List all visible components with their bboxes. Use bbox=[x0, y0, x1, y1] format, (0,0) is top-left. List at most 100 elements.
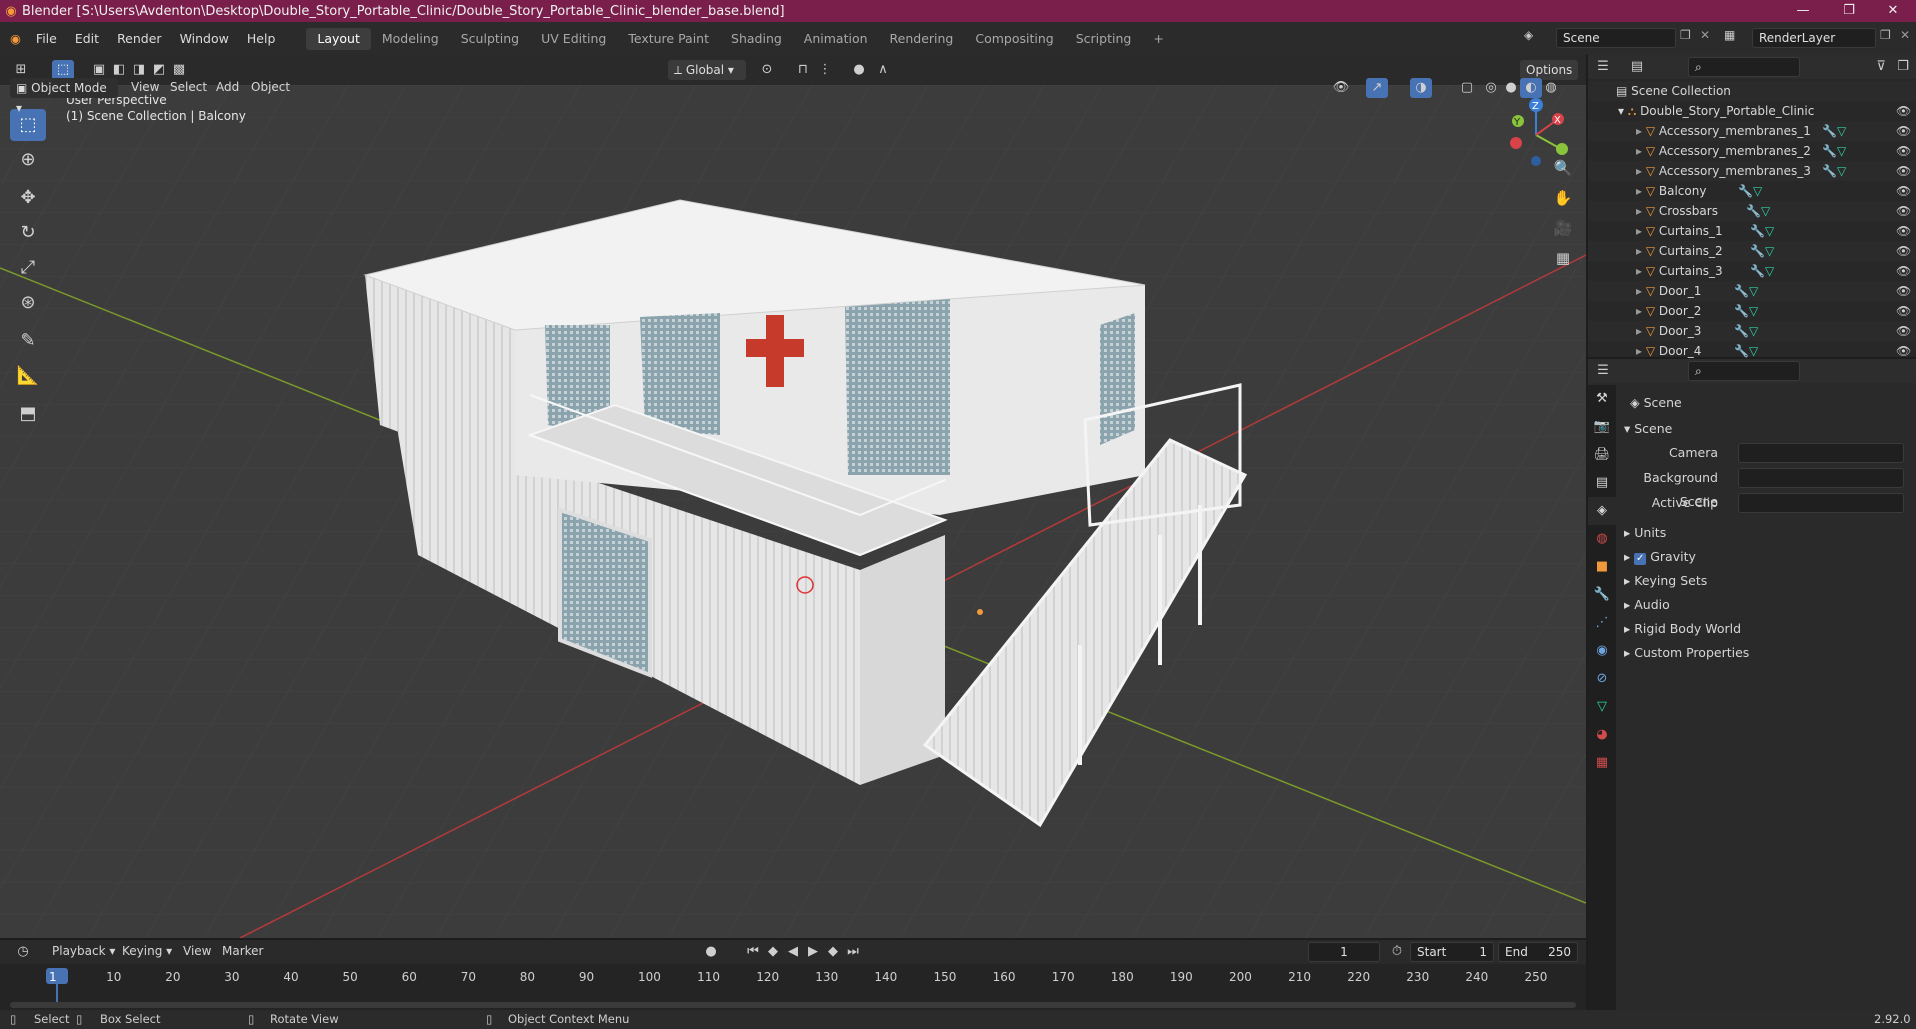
new-layer-icon[interactable]: ❐ bbox=[1880, 28, 1891, 42]
tab-shading[interactable]: Shading bbox=[720, 28, 793, 50]
tool-tab-icon[interactable]: ⚒ bbox=[1588, 385, 1616, 413]
gizmo-toggle-icon[interactable]: ↗ bbox=[1366, 78, 1388, 98]
timeline-view-menu[interactable]: View bbox=[183, 944, 211, 958]
overlay-toggle-icon[interactable]: ◑ bbox=[1410, 78, 1432, 98]
jump-end-icon[interactable]: ⏭ bbox=[842, 942, 864, 962]
outliner-item[interactable]: ▸ ▽ Accessory_membranes_1 🔧▽ 👁 bbox=[1588, 121, 1916, 141]
render-layer-selector[interactable]: RenderLayer bbox=[1752, 28, 1876, 48]
outliner-item[interactable]: ▸ ▽ Accessory_membranes_3 🔧▽ 👁 bbox=[1588, 161, 1916, 181]
outliner-item[interactable]: ▸ ▽ Accessory_membranes_2 🔧▽ 👁 bbox=[1588, 141, 1916, 161]
gravity-checkbox[interactable]: ✓ bbox=[1634, 553, 1647, 565]
solid-shading-icon[interactable]: ● bbox=[1500, 78, 1522, 98]
timeline-editor-icon[interactable]: ◷ bbox=[12, 942, 34, 962]
outliner-item[interactable]: ▸ ▽ Door_4 🔧▽ 👁 bbox=[1588, 341, 1916, 358]
constraints-tab-icon[interactable]: ⊘ bbox=[1588, 665, 1616, 693]
particles-tab-icon[interactable]: ⋰ bbox=[1588, 609, 1616, 637]
display-mode-icon[interactable]: ▤ bbox=[1626, 57, 1648, 77]
outliner-editor-icon[interactable]: ☰ bbox=[1592, 57, 1614, 77]
jump-start-icon[interactable]: ⏮ bbox=[742, 942, 764, 962]
tab-sculpting[interactable]: Sculpting bbox=[450, 28, 530, 50]
menu-edit[interactable]: Edit bbox=[66, 22, 108, 55]
data-tab-icon[interactable]: ▽ bbox=[1588, 693, 1616, 721]
new-collection-icon[interactable]: ❐ bbox=[1892, 57, 1914, 77]
eye-icon[interactable]: 👁 bbox=[1896, 241, 1911, 261]
object-tab-icon[interactable]: ■ bbox=[1588, 553, 1616, 581]
texture-tab-icon[interactable]: ▦ bbox=[1588, 749, 1616, 777]
camera-view-icon[interactable]: 🎥 bbox=[1550, 219, 1576, 237]
play-reverse-icon[interactable]: ◀ bbox=[782, 942, 804, 962]
background-scene-field[interactable] bbox=[1738, 468, 1904, 488]
outliner-item[interactable]: ▸ ▽ Door_3 🔧▽ 👁 bbox=[1588, 321, 1916, 341]
eye-icon[interactable]: 👁 bbox=[1896, 181, 1911, 201]
outliner-item-active[interactable]: ▸ ▽ Balcony 🔧▽ 👁 bbox=[1588, 181, 1916, 201]
eye-icon[interactable]: 👁 bbox=[1896, 201, 1911, 221]
delete-scene-icon[interactable]: ✕ bbox=[1700, 28, 1710, 42]
physics-tab-icon[interactable]: ◉ bbox=[1588, 637, 1616, 665]
menu-window[interactable]: Window bbox=[171, 22, 238, 55]
units-panel[interactable]: ▸ Units bbox=[1624, 521, 1908, 545]
cursor-tool-icon[interactable]: ⊕ bbox=[10, 144, 46, 176]
eye-icon[interactable]: 👁 bbox=[1896, 101, 1911, 121]
wireframe-shading-icon[interactable]: ◎ bbox=[1480, 78, 1502, 98]
output-tab-icon[interactable]: 🖨 bbox=[1588, 441, 1616, 469]
eye-icon[interactable]: 👁 bbox=[1896, 141, 1911, 161]
outliner-scene-collection[interactable]: ▤ Scene Collection bbox=[1588, 81, 1916, 101]
scale-tool-icon[interactable]: ⤢ bbox=[10, 252, 46, 284]
move-tool-icon[interactable]: ✥ bbox=[10, 182, 46, 214]
xray-icon[interactable]: ▢ bbox=[1456, 78, 1478, 98]
tab-animation[interactable]: Animation bbox=[793, 28, 879, 50]
timeline-ruler[interactable]: 1 10 20 30 40 50 60 70 80 90 100 110 120 130 140 150 160… bbox=[0, 964, 1586, 1010]
menu-help[interactable]: Help bbox=[238, 22, 285, 55]
audio-panel[interactable]: ▸ Audio bbox=[1624, 593, 1908, 617]
eye-icon[interactable]: 👁 bbox=[1896, 281, 1911, 301]
eye-icon[interactable]: 👁 bbox=[1896, 121, 1911, 141]
menu-render[interactable]: Render bbox=[108, 22, 171, 55]
3d-viewport[interactable]: User Perspective (1) Scene Collection | … bbox=[0, 85, 1586, 938]
outliner-item[interactable]: ▸ ▽ Curtains_1 🔧▽ 👁 bbox=[1588, 221, 1916, 241]
restore-icon[interactable]: ❐ bbox=[1826, 0, 1872, 22]
record-icon[interactable]: ● bbox=[700, 942, 722, 962]
next-keyframe-icon[interactable]: ◆ bbox=[822, 942, 844, 962]
keying-sets-panel[interactable]: ▸ Keying Sets bbox=[1624, 569, 1908, 593]
modifier-tab-icon[interactable]: 🔧 bbox=[1588, 581, 1616, 609]
eye-icon[interactable]: 👁 bbox=[1896, 261, 1911, 281]
blender-menu-icon[interactable]: ◉ bbox=[0, 22, 27, 55]
minimize-icon[interactable]: — bbox=[1780, 0, 1826, 22]
properties-editor-icon[interactable]: ☰ bbox=[1592, 361, 1614, 381]
tab-rendering[interactable]: Rendering bbox=[879, 28, 965, 50]
outliner-item[interactable]: ▸ ▽ Door_2 🔧▽ 👁 bbox=[1588, 301, 1916, 321]
visibility-icon[interactable]: 👁 bbox=[1330, 78, 1352, 98]
select-menu[interactable]: Select bbox=[170, 80, 207, 94]
scene-panel-header[interactable]: ▾ Scene bbox=[1624, 417, 1908, 441]
annotate-tool-icon[interactable]: ✎ bbox=[10, 325, 46, 357]
outliner-item[interactable]: ▸ ▽ Crossbars 🔧▽ 👁 bbox=[1588, 201, 1916, 221]
add-menu[interactable]: Add bbox=[216, 80, 239, 94]
start-frame-field[interactable]: Start 1 bbox=[1410, 942, 1494, 962]
add-workspace-button[interactable]: + bbox=[1142, 28, 1174, 50]
eye-icon[interactable]: 👁 bbox=[1896, 161, 1911, 181]
zoom-icon[interactable]: 🔍 bbox=[1550, 159, 1576, 177]
timeline-scrollbar[interactable] bbox=[10, 1002, 1576, 1008]
scene-selector[interactable]: Scene bbox=[1556, 28, 1676, 48]
outliner-item[interactable]: ▸ ▽ Curtains_3 🔧▽ 👁 bbox=[1588, 261, 1916, 281]
end-frame-field[interactable]: End 250 bbox=[1498, 942, 1578, 962]
scene-tab-icon[interactable]: ◈ bbox=[1588, 497, 1616, 525]
view-menu[interactable]: View bbox=[131, 80, 159, 94]
outliner-search-input[interactable]: ⌕ bbox=[1688, 57, 1800, 77]
rotate-tool-icon[interactable]: ↻ bbox=[10, 217, 46, 249]
material-shading-icon[interactable]: ◐ bbox=[1520, 78, 1542, 98]
eye-icon[interactable]: 👁 bbox=[1896, 341, 1911, 361]
add-cube-tool-icon[interactable]: ⬒ bbox=[10, 398, 46, 430]
pan-hand-icon[interactable]: ✋ bbox=[1550, 189, 1576, 207]
custom-properties-panel[interactable]: ▸ Custom Properties bbox=[1624, 641, 1908, 665]
mode-selector[interactable]: ▣ Object Mode ▾ bbox=[10, 78, 118, 115]
tab-texture-paint[interactable]: Texture Paint bbox=[617, 28, 720, 50]
outliner-item[interactable]: ▸ ▽ Door_1 🔧▽ 👁 bbox=[1588, 281, 1916, 301]
render-tab-icon[interactable]: 📷 bbox=[1588, 413, 1616, 441]
eye-icon[interactable]: 👁 bbox=[1896, 321, 1911, 341]
world-tab-icon[interactable]: ◍ bbox=[1588, 525, 1616, 553]
measure-tool-icon[interactable]: 📐 bbox=[10, 360, 46, 392]
properties-search-input[interactable]: ⌕ bbox=[1688, 361, 1800, 381]
outliner-collection[interactable]: ▾ ⛬ Double_Story_Portable_Clinic 👁 bbox=[1588, 101, 1916, 121]
current-frame-field[interactable]: 1 bbox=[1308, 942, 1380, 962]
